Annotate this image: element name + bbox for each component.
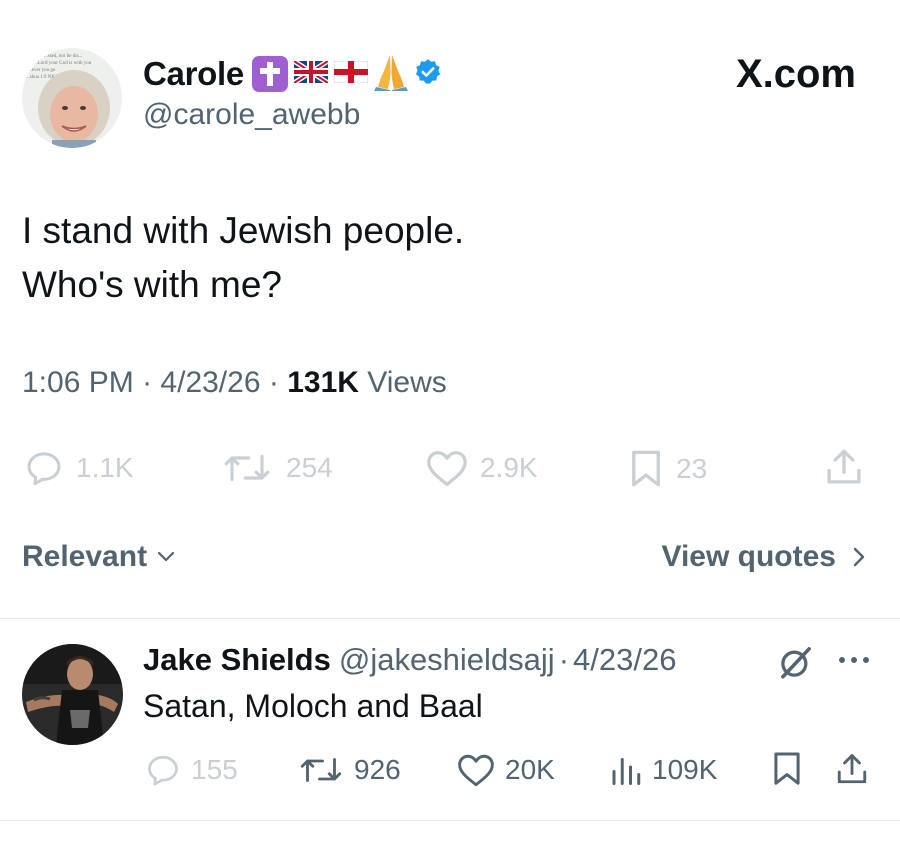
- more-icon: [839, 657, 869, 663]
- bookmark-icon: [632, 450, 660, 487]
- grok-icon: [781, 647, 811, 679]
- reply-text: Satan, Moloch and Baal: [143, 688, 483, 724]
- praying-hands-icon: [373, 53, 408, 96]
- tweet-time[interactable]: 1:06 PM: [22, 366, 134, 399]
- bookmark-button[interactable]: 23: [626, 448, 707, 490]
- share-button[interactable]: [822, 446, 866, 488]
- sort-dropdown[interactable]: Relevant: [22, 540, 179, 574]
- avatar-caption-line: ...ssed, nor be dis...: [44, 54, 82, 59]
- like-icon: [427, 451, 467, 486]
- reply-icon: [148, 755, 178, 786]
- repost-button[interactable]: 254: [218, 448, 333, 488]
- like-icon: [458, 754, 494, 787]
- repost-icon: [224, 454, 270, 482]
- uk-flag-icon: [292, 58, 330, 88]
- grok-button[interactable]: [776, 644, 816, 685]
- more-button[interactable]: [834, 648, 876, 677]
- tweet-date[interactable]: 4/23/26: [160, 366, 260, 399]
- chevron-down-icon: [157, 551, 175, 562]
- tweet-text-line: I stand with Jewish people.: [22, 210, 465, 251]
- site-wordmark: X.com: [735, 52, 856, 96]
- reply-views-button[interactable]: 109K: [608, 752, 717, 788]
- divider: [0, 820, 900, 821]
- reply-icon: [27, 452, 61, 486]
- like-button[interactable]: 2.9K: [424, 448, 538, 488]
- share-icon: [827, 449, 861, 484]
- reply-repost-count: 926: [354, 754, 401, 785]
- author-handle[interactable]: @carole_awebb: [143, 98, 360, 132]
- view-quotes-link[interactable]: View quotes: [662, 540, 871, 574]
- reply-reply-count: 155: [191, 754, 238, 785]
- author-avatar[interactable]: ...ssed, nor be dis... ...Lord your God …: [22, 48, 122, 148]
- repost-icon: [300, 758, 342, 782]
- view-quotes-label: View quotes: [661, 540, 837, 573]
- meta-separator: ·: [268, 366, 279, 399]
- views-icon: [612, 758, 641, 785]
- bookmark-icon: [774, 752, 800, 785]
- like-count: 2.9K: [480, 452, 538, 483]
- reply-views-count: 109K: [652, 754, 718, 785]
- reply-header: Jake Shields @jakeshieldsajj · 4/23/26: [143, 642, 676, 678]
- reply-author-name[interactable]: Jake Shields: [143, 642, 331, 678]
- reply-author-handle[interactable]: @jakeshieldsajj: [339, 642, 555, 678]
- reply-reply-button[interactable]: 155: [143, 752, 238, 788]
- reply-like-button[interactable]: 20K: [455, 752, 555, 788]
- reply-button[interactable]: 1.1K: [22, 448, 134, 488]
- avatar-caption-line: ...Lord your God is with you: [34, 61, 92, 66]
- reply-like-count: 20K: [505, 754, 555, 785]
- sort-label: Relevant: [22, 540, 148, 573]
- reply-bookmark-button[interactable]: [770, 750, 804, 788]
- share-icon: [837, 754, 867, 784]
- reply-date[interactable]: 4/23/26: [573, 642, 676, 678]
- verified-badge-icon: [414, 58, 442, 91]
- meta-separator: ·: [142, 366, 153, 399]
- author-name-row: Carole: [143, 52, 442, 96]
- author-name[interactable]: Carole: [143, 55, 244, 93]
- views-label: Views: [367, 366, 447, 399]
- tweet-text: I stand with Jewish people. Who's with m…: [22, 204, 464, 312]
- meta-separator: ·: [558, 642, 570, 677]
- chevron-right-icon: [853, 547, 865, 567]
- reply-repost-button[interactable]: 926: [296, 752, 401, 788]
- england-flag-icon: [333, 60, 369, 88]
- tweet-text-line: Who's with me?: [22, 264, 282, 305]
- reply-share-button[interactable]: [834, 750, 870, 788]
- avatar-caption-line: ...ever you go: [28, 68, 56, 73]
- views-count: 131K: [287, 366, 359, 399]
- reply-count: 1.1K: [76, 452, 134, 483]
- cross-emoji-icon: [251, 56, 288, 92]
- divider: [0, 618, 900, 619]
- repost-count: 254: [286, 452, 333, 483]
- tweet-meta: 1:06 PM · 4/23/26 · 131K Views: [22, 366, 447, 400]
- bookmark-count: 23: [676, 453, 708, 484]
- reply-avatar[interactable]: [22, 644, 123, 745]
